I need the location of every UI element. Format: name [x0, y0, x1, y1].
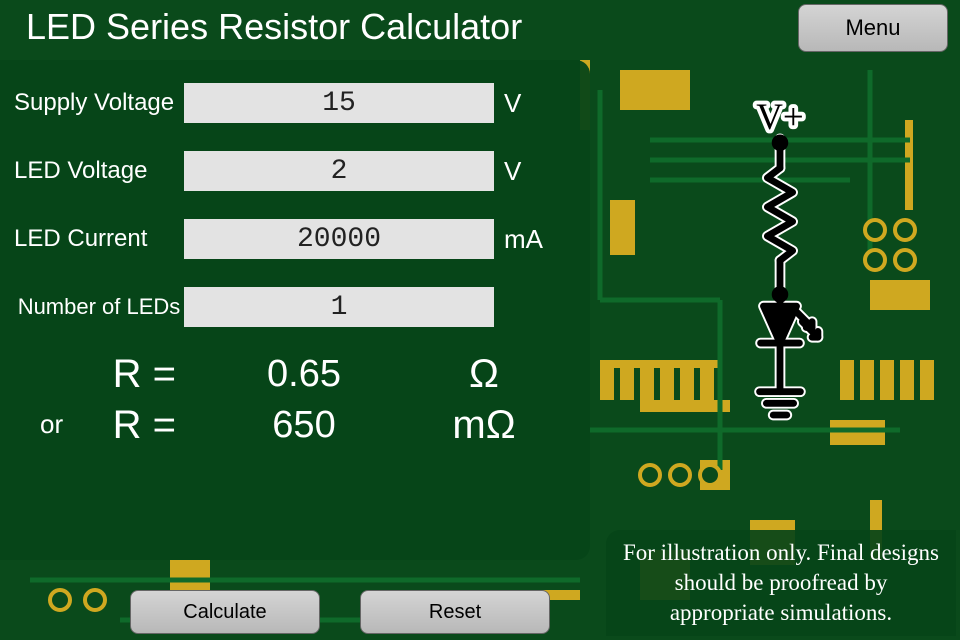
row-num-leds: Number of LEDs — [14, 284, 576, 330]
row-led-current: LED Current mA — [14, 216, 576, 262]
page-title: LED Series Resistor Calculator — [26, 6, 522, 48]
result-secondary-symbol: R = — [74, 403, 184, 448]
result-primary-value: 0.65 — [184, 353, 424, 396]
label-led-voltage: LED Voltage — [14, 158, 184, 184]
disclaimer-text: For illustration only. Final designs sho… — [606, 530, 956, 636]
input-led-voltage[interactable] — [184, 151, 494, 191]
menu-button[interactable]: Menu — [798, 4, 948, 52]
row-led-voltage: LED Voltage V — [14, 148, 576, 194]
unit-supply-voltage: V — [494, 88, 564, 119]
result-primary-symbol: R = — [74, 352, 184, 397]
label-led-current: LED Current — [14, 226, 184, 252]
result-secondary-value: 650 — [184, 404, 424, 447]
or-label: or — [14, 409, 74, 440]
label-supply-voltage: Supply Voltage — [14, 90, 184, 116]
circuit-schematic-icon: V+ V+ — [735, 100, 825, 450]
reset-button[interactable]: Reset — [360, 590, 550, 634]
unit-led-voltage: V — [494, 156, 564, 187]
input-supply-voltage[interactable] — [184, 83, 494, 123]
input-led-current[interactable] — [184, 219, 494, 259]
unit-led-current: mA — [494, 224, 564, 255]
label-num-leds: Number of LEDs — [14, 295, 184, 319]
input-panel: Supply Voltage V LED Voltage V LED Curre… — [0, 60, 590, 560]
result-primary-unit: Ω — [424, 352, 544, 397]
vplus-label: V+ — [756, 100, 804, 137]
results-area: or R = 0.65 Ω R = 650 mΩ — [14, 352, 576, 448]
calculate-button[interactable]: Calculate — [130, 590, 320, 634]
input-num-leds[interactable] — [184, 287, 494, 327]
result-secondary-unit: mΩ — [424, 403, 544, 448]
row-supply-voltage: Supply Voltage V — [14, 80, 576, 126]
